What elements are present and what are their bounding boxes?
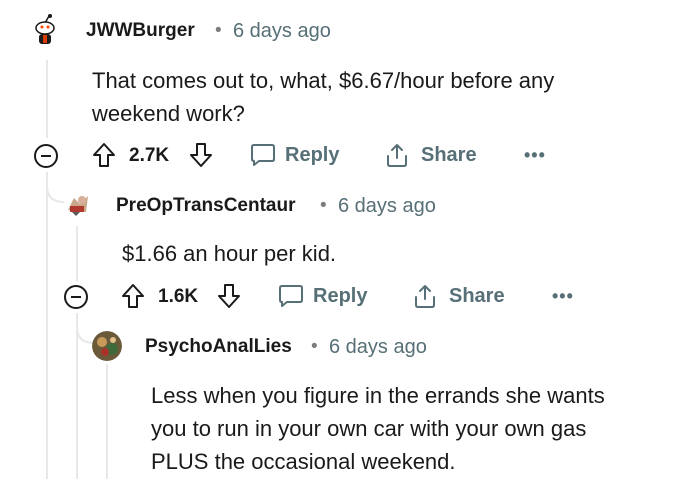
comment-body: $1.66 an hour per kid. bbox=[122, 237, 662, 270]
vote-score: 1.6K bbox=[158, 286, 199, 307]
reply-label: Reply bbox=[313, 285, 368, 307]
ellipsis-icon[interactable]: ••• bbox=[552, 286, 574, 307]
timestamp[interactable]: 6 days ago bbox=[338, 195, 436, 218]
username[interactable]: JWWBurger bbox=[86, 20, 195, 42]
comment-body: Less when you figure in the errands she … bbox=[151, 379, 691, 478]
avatar[interactable] bbox=[31, 14, 59, 48]
comment-line: Less when you figure in the errands she … bbox=[151, 383, 605, 408]
comment-line: weekend work? bbox=[92, 101, 245, 126]
upvote-arrow-icon[interactable] bbox=[92, 142, 116, 168]
comment-line: PLUS the occasional weekend. bbox=[151, 449, 456, 474]
comment-line: $1.66 an hour per kid. bbox=[122, 241, 337, 266]
username[interactable]: PreOpTransCentaur bbox=[116, 195, 296, 217]
separator-dot: • bbox=[320, 195, 327, 216]
vote-score: 2.7K bbox=[129, 145, 170, 166]
comment-body: That comes out to, what, $6.67/hour befo… bbox=[92, 64, 652, 130]
avatar[interactable] bbox=[92, 331, 122, 361]
avatar[interactable] bbox=[64, 190, 92, 218]
ellipsis-icon[interactable]: ••• bbox=[524, 145, 546, 166]
share-label: Share bbox=[421, 144, 477, 166]
thread-line bbox=[46, 60, 48, 138]
share-label: Share bbox=[449, 285, 505, 307]
username[interactable]: PsychoAnalLies bbox=[145, 336, 292, 358]
timestamp[interactable]: 6 days ago bbox=[329, 336, 427, 359]
separator-dot: • bbox=[311, 336, 318, 357]
thread-line bbox=[76, 226, 78, 281]
collapse-icon[interactable] bbox=[34, 144, 58, 168]
downvote-arrow-icon[interactable] bbox=[217, 283, 241, 309]
speech-bubble-icon bbox=[251, 144, 275, 166]
avatar-image bbox=[64, 190, 92, 218]
downvote-arrow-icon[interactable] bbox=[189, 142, 213, 168]
thread-line bbox=[106, 364, 108, 479]
timestamp[interactable]: 6 days ago bbox=[233, 20, 331, 43]
separator-dot: • bbox=[215, 20, 222, 41]
comment-line: you to run in your own car with your own… bbox=[151, 416, 587, 441]
speech-bubble-icon bbox=[279, 285, 303, 307]
comment-line: That comes out to, what, $6.67/hour befo… bbox=[92, 68, 555, 93]
collapse-icon[interactable] bbox=[64, 285, 88, 309]
snoo-avatar-icon bbox=[35, 14, 55, 44]
reply-label: Reply bbox=[285, 144, 340, 166]
share-upload-icon bbox=[387, 144, 407, 167]
upvote-arrow-icon[interactable] bbox=[121, 283, 145, 309]
avatar-image bbox=[92, 331, 122, 361]
share-upload-icon bbox=[415, 285, 435, 308]
thread-line bbox=[46, 172, 48, 479]
